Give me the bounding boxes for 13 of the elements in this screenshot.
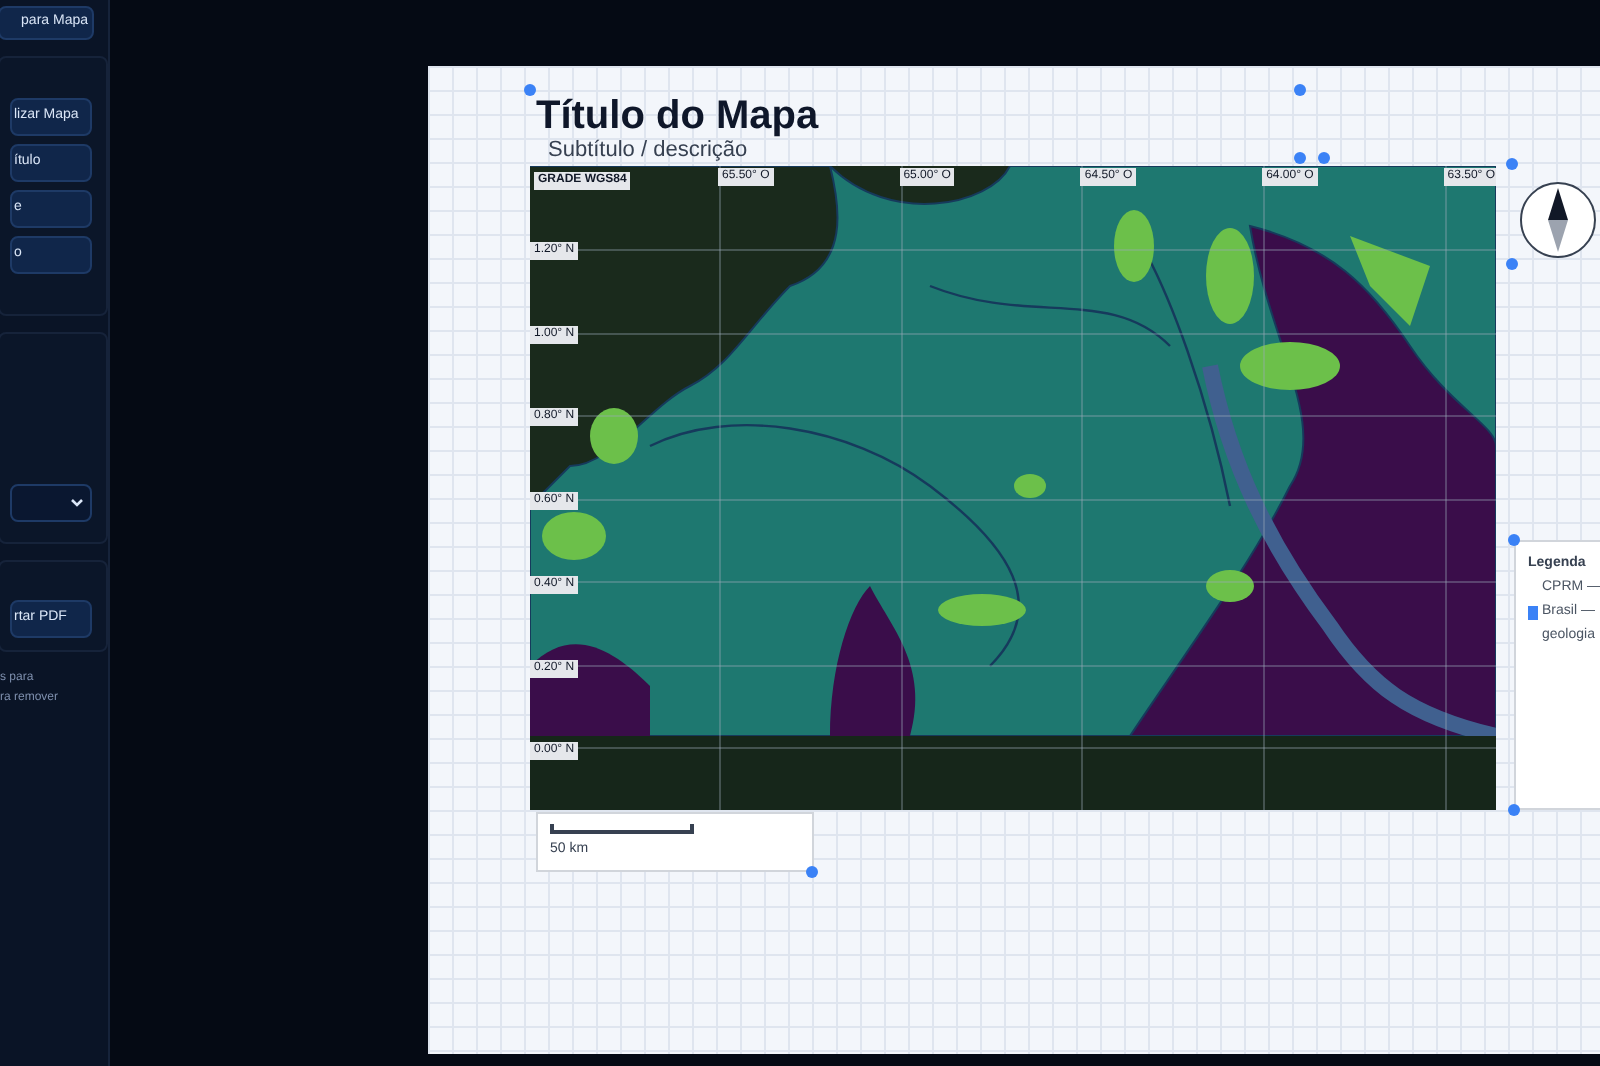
resize-handle[interactable]: [524, 84, 536, 96]
resize-handle[interactable]: [1508, 534, 1520, 546]
resize-handle[interactable]: [806, 866, 818, 878]
scale-bar: [550, 824, 694, 834]
resize-handle[interactable]: [1508, 804, 1520, 816]
select-field[interactable]: [10, 484, 92, 522]
compass-needle-icon: [1546, 188, 1570, 252]
resize-handle[interactable]: [1294, 84, 1306, 96]
resize-handle[interactable]: [1506, 258, 1518, 270]
resize-handle[interactable]: [1506, 158, 1518, 170]
map-subtitle[interactable]: Subtítulo / descrição: [548, 134, 748, 167]
map-title[interactable]: Título do Mapa: [536, 96, 819, 136]
chevron-down-icon: [70, 498, 84, 508]
